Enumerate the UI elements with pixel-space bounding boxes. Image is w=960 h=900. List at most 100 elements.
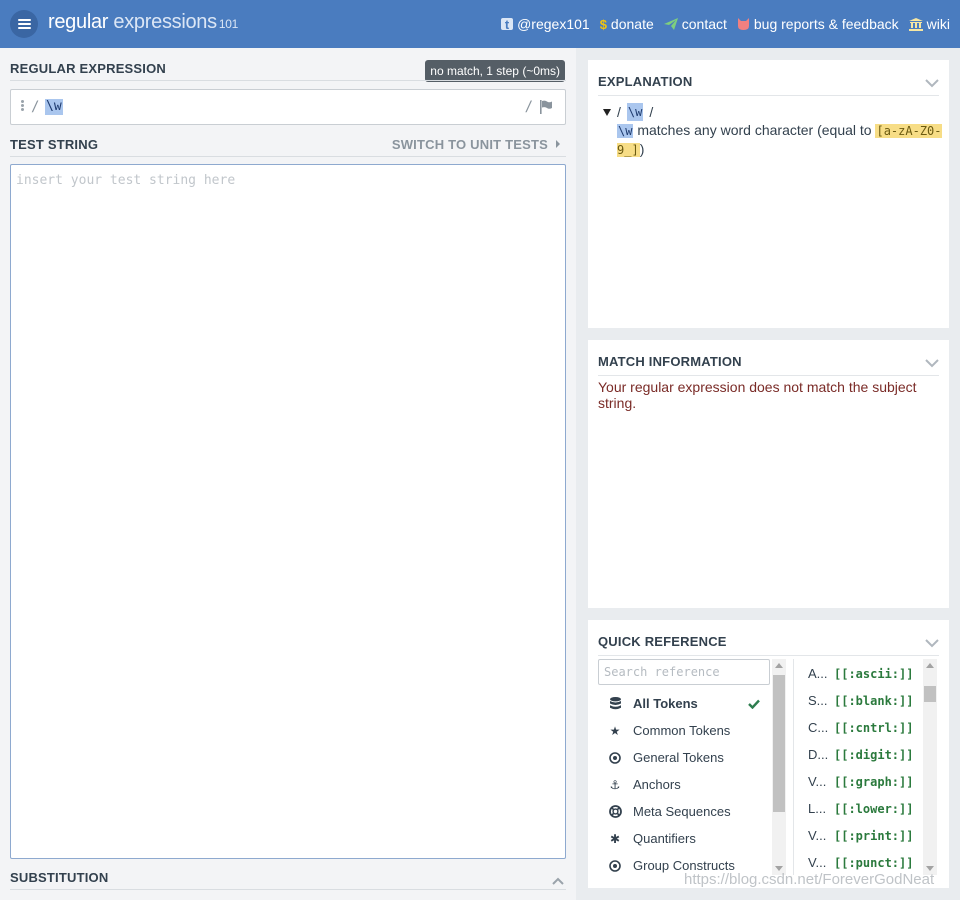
category-scrollbar[interactable] — [772, 659, 786, 875]
anchor-icon: ⚓ — [609, 777, 621, 792]
match-message: Your regular expression does not match t… — [598, 379, 917, 411]
token-code: [[:graph:]] — [834, 774, 914, 789]
explanation-detail: \w matches any word character (equal to … — [603, 121, 949, 159]
explanation-slash-close: / — [649, 104, 654, 120]
twitter-icon: t — [501, 17, 514, 32]
logo-expressions: expressions — [108, 11, 217, 33]
reference-divider — [793, 659, 794, 875]
lifebuoy-icon — [608, 805, 622, 819]
chevron-down-icon[interactable] — [925, 355, 939, 368]
token-short: V... — [808, 828, 827, 843]
token-short: D... — [808, 747, 829, 762]
token-code: [[:lower:]] — [834, 801, 914, 816]
test-string-input[interactable] — [11, 165, 565, 858]
token-short: A... — [808, 666, 828, 681]
explanation-slash-open: / — [617, 104, 621, 120]
tree-expanded-icon[interactable] — [603, 108, 611, 116]
category-common-tokens[interactable]: ★ Common Tokens — [598, 717, 770, 744]
token-code: [[:punct:]] — [834, 855, 914, 870]
category-label: All Tokens — [633, 696, 698, 711]
chevron-up-icon[interactable] — [552, 872, 564, 885]
category-label: Anchors — [633, 777, 681, 792]
logo-regular: regular — [48, 11, 109, 33]
token-code: [[:digit:]] — [834, 747, 914, 762]
token-code: [[:blank:]] — [834, 693, 914, 708]
substitution-title: SUBSTITUTION — [10, 870, 109, 885]
regex-input[interactable]: \w — [45, 99, 63, 115]
match-information-panel: MATCH INFORMATION Your regular expressio… — [588, 340, 949, 608]
token-item[interactable]: A... [[:ascii:]] — [808, 660, 923, 687]
nav-wiki-label: wiki — [926, 16, 950, 32]
paper-plane-icon — [663, 18, 678, 30]
flag-icon[interactable] — [539, 100, 553, 114]
regex-delimiter-close: / — [524, 99, 533, 115]
explanation-divider — [598, 95, 939, 96]
match-information-title: MATCH INFORMATION — [598, 354, 742, 369]
test-string-title: TEST STRING — [10, 137, 99, 152]
match-status-badge: no match, 1 step (~0ms) — [425, 60, 565, 82]
regex-divider — [10, 80, 566, 81]
substitution-divider — [10, 889, 566, 890]
dot-circle-icon — [608, 751, 622, 765]
logo-101: 101 — [218, 17, 238, 31]
test-divider — [10, 156, 566, 157]
nav-donate-label: donate — [610, 16, 654, 32]
nav-contact-link[interactable]: contact — [663, 16, 727, 32]
chevron-down-icon[interactable] — [925, 635, 939, 648]
category-label: General Tokens — [633, 750, 724, 765]
scroll-up-arrow[interactable] — [926, 663, 934, 668]
app-header: regular expressions 101 t @regex101 $ don… — [0, 0, 960, 48]
nav-donate-link[interactable]: $ donate — [600, 16, 654, 32]
drag-handle-icon[interactable] — [21, 100, 24, 112]
nav-contact-label: contact — [681, 16, 727, 32]
token-short: V... — [808, 855, 827, 870]
scrollbar-thumb[interactable] — [924, 686, 936, 702]
token-code: [[:print:]] — [834, 828, 914, 843]
hamburger-icon — [17, 19, 31, 29]
quick-reference-title: QUICK REFERENCE — [598, 634, 727, 649]
nav-bug-report-link[interactable]: bug reports & feedback — [737, 16, 899, 32]
token-item[interactable]: V... [[:print:]] — [808, 822, 923, 849]
regex-delimiter-open: / — [31, 99, 40, 115]
token-scrollbar[interactable] — [923, 659, 937, 875]
chevron-down-icon[interactable] — [925, 75, 939, 88]
explanation-desc-end: ) — [639, 141, 645, 157]
nav-twitter-link[interactable]: t @regex101 — [501, 16, 590, 32]
token-short: V... — [808, 774, 827, 789]
category-anchors[interactable]: ⚓ Anchors — [598, 771, 770, 798]
switch-label: SWITCH TO UNIT TESTS — [391, 137, 548, 152]
token-item[interactable]: L... [[:lower:]] — [808, 795, 923, 822]
token-item[interactable]: S... [[:blank:]] — [808, 687, 923, 714]
editor-panel: REGULAR EXPRESSION no match, 1 step (~0m… — [0, 48, 576, 900]
quick-reference-panel: QUICK REFERENCE All Tokens ★ Common Toke… — [588, 620, 949, 888]
nav-wiki-link[interactable]: wiki — [908, 16, 950, 32]
scroll-up-arrow[interactable] — [775, 663, 783, 668]
token-item[interactable]: C... [[:cntrl:]] — [808, 714, 923, 741]
checkmark-icon — [748, 697, 760, 710]
category-label: Quantifiers — [633, 831, 696, 846]
menu-button[interactable] — [10, 10, 38, 38]
category-all-tokens[interactable]: All Tokens — [598, 690, 770, 717]
header-nav: t @regex101 $ donate contact bug reports… — [501, 16, 950, 32]
explanation-tree-root[interactable]: / \w / — [603, 103, 949, 121]
category-label: Common Tokens — [633, 723, 731, 738]
search-reference-input[interactable] — [598, 659, 770, 685]
category-meta-sequences[interactable]: Meta Sequences — [598, 798, 770, 825]
token-item[interactable]: V... [[:graph:]] — [808, 768, 923, 795]
switch-to-unit-tests-link[interactable]: SWITCH TO UNIT TESTS — [392, 137, 560, 152]
scrollbar-thumb[interactable] — [773, 675, 785, 812]
github-icon — [737, 18, 750, 30]
regex-input-box[interactable]: / \w / — [10, 89, 566, 125]
token-short: L... — [808, 801, 827, 816]
dot-circle-icon — [608, 859, 622, 873]
token-item[interactable]: D... [[:digit:]] — [808, 741, 923, 768]
test-string-area[interactable] — [10, 164, 566, 859]
database-icon — [608, 697, 622, 711]
explanation-panel: EXPLANATION / \w / \w matches any word c… — [588, 60, 949, 328]
explanation-title: EXPLANATION — [598, 74, 693, 89]
category-label: Meta Sequences — [633, 804, 731, 819]
app-logo[interactable]: regular expressions 101 — [48, 11, 238, 34]
category-quantifiers[interactable]: ✱ Quantifiers — [598, 825, 770, 852]
category-general-tokens[interactable]: General Tokens — [598, 744, 770, 771]
asterisk-icon: ✱ — [609, 831, 621, 846]
